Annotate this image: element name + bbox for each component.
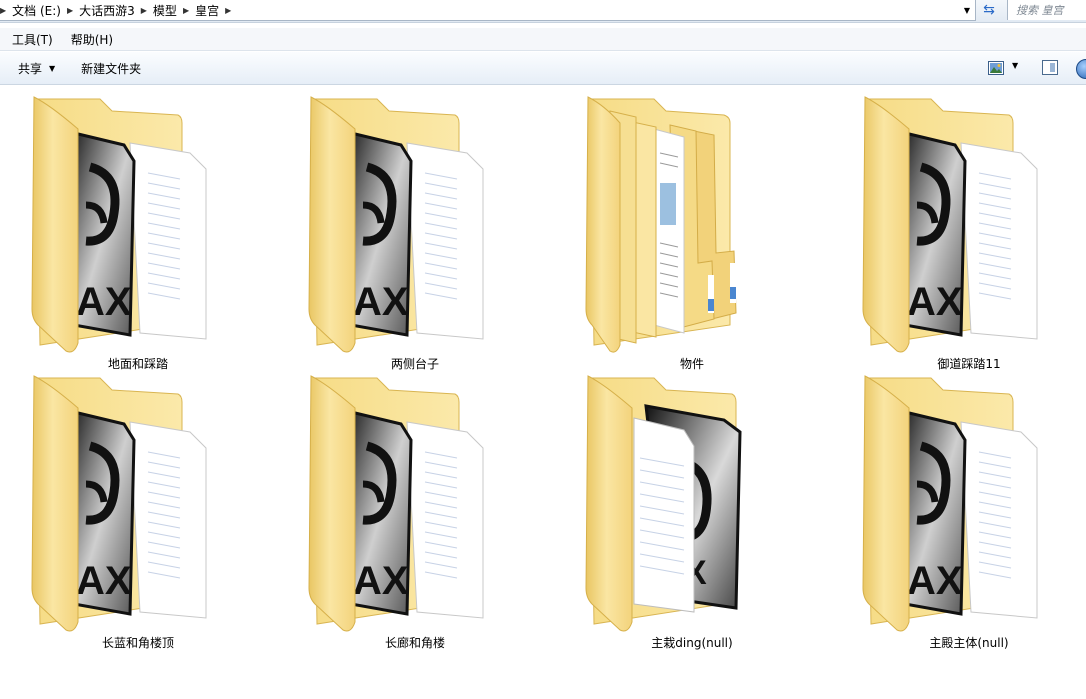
folder-icon: AX (30, 93, 210, 353)
folder-name: 长廊和角楼 (384, 636, 445, 650)
folder-item[interactable]: X 主栽ding(null) (554, 372, 794, 652)
breadcrumb-model[interactable]: 模型 (153, 2, 177, 19)
chevron-right-icon[interactable]: ▶ (225, 6, 231, 15)
chevron-down-icon[interactable]: ▼ (1012, 61, 1018, 70)
folder-name: 两侧台子 (390, 357, 439, 371)
folder-item[interactable]: AX 长廊和角楼 (277, 372, 517, 652)
share-label: 共享 (18, 61, 43, 76)
help-icon[interactable] (1076, 59, 1086, 79)
svg-text:AX: AX (353, 280, 409, 324)
share-button[interactable]: 共享 ▼ (8, 60, 65, 77)
folder-icon: AX (861, 93, 1041, 353)
svg-text:AX: AX (907, 559, 963, 603)
chevron-right-icon[interactable]: ▶ (0, 6, 6, 15)
breadcrumb[interactable]: ▶ 文档 (E:) ▶ 大话西游3 ▶ 模型 ▶ 皇宫 ▶ (0, 0, 976, 21)
breadcrumb-drive[interactable]: 文档 (E:) (12, 2, 61, 19)
folder-item[interactable]: AX 长蓝和角楼顶 (0, 372, 240, 652)
folder-icon: AX (307, 93, 487, 353)
svg-text:AX: AX (907, 280, 963, 324)
folder-name: 御道踩踏11 (937, 357, 1001, 371)
new-folder-label: 新建文件夹 (81, 61, 142, 76)
search-input[interactable]: 搜索 皇宫 (1007, 0, 1086, 20)
command-bar: 共享 ▼ 新建文件夹 ▼ (0, 52, 1086, 85)
chevron-down-icon: ▼ (49, 63, 56, 73)
folder-item[interactable]: 物件 (554, 93, 794, 373)
svg-text:AX: AX (76, 280, 132, 324)
folder-icon: AX (30, 372, 210, 632)
folder-icon: AX (307, 372, 487, 632)
folder-name: 物件 (679, 357, 704, 371)
refresh-icon[interactable]: ⇆ (978, 0, 1000, 20)
chevron-right-icon[interactable]: ▶ (141, 6, 147, 15)
folder-name: 主殿主体(null) (929, 636, 1009, 650)
chevron-right-icon[interactable]: ▶ (67, 6, 73, 15)
breadcrumb-game[interactable]: 大话西游3 (79, 2, 135, 19)
chevron-right-icon[interactable]: ▶ (183, 6, 189, 15)
new-folder-button[interactable]: 新建文件夹 (71, 60, 151, 77)
breadcrumb-palace[interactable]: 皇宫 (195, 2, 219, 19)
address-bar: ▶ 文档 (E:) ▶ 大话西游3 ▶ 模型 ▶ 皇宫 ▶ ▼ ⇆ 搜索 皇宫 (0, 0, 1086, 23)
folder-name: 地面和踩踏 (107, 357, 168, 371)
folder-name: 主栽ding(null) (651, 636, 733, 650)
menu-tools[interactable]: 工具(T) (6, 31, 59, 48)
menu-help[interactable]: 帮助(H) (65, 31, 119, 48)
folder-item[interactable]: AX 地面和踩踏 (0, 93, 240, 373)
folder-icon (584, 93, 764, 353)
change-view-icon[interactable] (988, 61, 1004, 75)
folder-name: 长蓝和角楼顶 (101, 636, 174, 650)
menu-bar: 工具(T) 帮助(H) (0, 28, 1086, 51)
folder-item[interactable]: AX 主殿主体(null) (831, 372, 1071, 652)
folder-item[interactable]: AX 两侧台子 (277, 93, 517, 373)
address-history-dropdown[interactable]: ▼ (960, 0, 974, 20)
svg-text:AX: AX (76, 559, 132, 603)
folder-item[interactable]: AX 御道踩踏11 (831, 93, 1071, 373)
preview-pane-icon[interactable] (1042, 60, 1058, 75)
folder-icon: X (584, 372, 764, 632)
file-list: AX 地面和踩踏 AX 两侧台子 物件 AX 御道踩踏11 AX 长蓝和角楼顶 … (0, 85, 1086, 699)
folder-icon: AX (861, 372, 1041, 632)
svg-text:AX: AX (353, 559, 409, 603)
